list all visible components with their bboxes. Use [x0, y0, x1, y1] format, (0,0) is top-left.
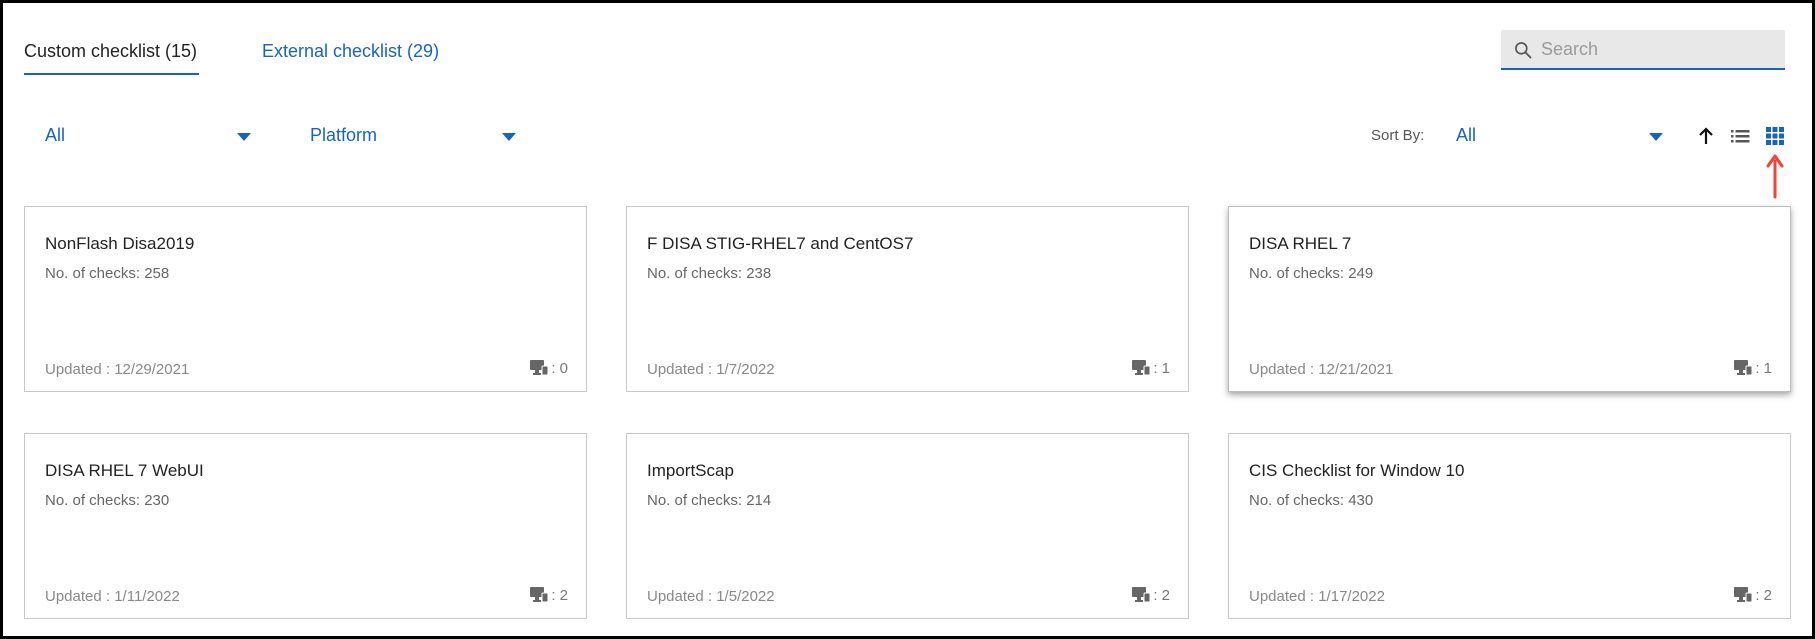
checklist-card[interactable]: NonFlash Disa2019 No. of checks: 258 Upd… — [24, 206, 587, 392]
tab-custom-checklist[interactable]: Custom checklist (15) — [24, 41, 197, 62]
card-title: F DISA STIG-RHEL7 and CentOS7 — [647, 234, 914, 253]
list-view-icon[interactable] — [1728, 124, 1752, 148]
card-updated-date: Updated : 12/29/2021 — [45, 361, 190, 378]
platform-filter-dropdown[interactable]: Platform — [310, 121, 518, 151]
card-check-count: No. of checks: 249 — [1249, 265, 1374, 282]
card-check-count: No. of checks: 258 — [45, 265, 170, 282]
checklist-page: Custom checklist (15) External checklist… — [0, 0, 1815, 639]
type-filter-value: All — [45, 125, 66, 145]
card-title: DISA RHEL 7 WebUI — [45, 461, 204, 480]
active-tab-indicator — [24, 73, 199, 75]
computer-icon — [530, 587, 549, 603]
sort-by-dropdown[interactable]: All — [1456, 121, 1664, 151]
checklist-card[interactable]: DISA RHEL 7 WebUI No. of checks: 230 Upd… — [24, 433, 587, 619]
card-title: CIS Checklist for Window 10 — [1249, 461, 1465, 480]
type-filter-dropdown[interactable]: All — [45, 121, 253, 151]
card-title: DISA RHEL 7 — [1249, 234, 1352, 253]
card-updated-date: Updated : 1/11/2022 — [45, 588, 180, 605]
search-icon — [1515, 42, 1532, 59]
card-machine-count: : 2 — [1131, 586, 1170, 604]
card-machine-count-value: : 0 — [551, 359, 568, 377]
card-check-count: No. of checks: 430 — [1249, 492, 1374, 509]
arrow-up-icon[interactable] — [1694, 124, 1718, 148]
checklist-card[interactable]: DISA RHEL 7 No. of checks: 249 Updated :… — [1228, 206, 1791, 392]
grid-view-icon[interactable] — [1763, 124, 1787, 148]
card-machine-count-value: : 2 — [551, 586, 568, 604]
sort-by-value: All — [1456, 125, 1477, 145]
computer-icon — [1734, 587, 1753, 603]
card-check-count: No. of checks: 214 — [647, 492, 772, 509]
computer-icon — [530, 360, 549, 376]
card-machine-count-value: : 2 — [1755, 586, 1772, 604]
tab-external-checklist[interactable]: External checklist (29) — [262, 41, 439, 62]
card-title: ImportScap — [647, 461, 734, 480]
card-machine-count: : 0 — [529, 359, 568, 377]
card-updated-date: Updated : 1/17/2022 — [1249, 588, 1385, 605]
sort-by-label: Sort By: — [1371, 127, 1425, 144]
annotation-arrow-icon — [1766, 154, 1784, 199]
search-input[interactable] — [1541, 30, 1777, 68]
checklist-card[interactable]: ImportScap No. of checks: 214 Updated : … — [626, 433, 1189, 619]
card-machine-count-value: : 1 — [1755, 359, 1772, 377]
card-machine-count: : 1 — [1131, 359, 1170, 377]
checklist-card[interactable]: CIS Checklist for Window 10 No. of check… — [1228, 433, 1791, 619]
platform-filter-value: Platform — [310, 125, 378, 145]
computer-icon — [1132, 360, 1151, 376]
card-machine-count: : 1 — [1733, 359, 1772, 377]
chevron-down-icon — [1649, 133, 1663, 141]
card-title: NonFlash Disa2019 — [45, 234, 195, 253]
card-check-count: No. of checks: 230 — [45, 492, 170, 509]
card-check-count: No. of checks: 238 — [647, 265, 772, 282]
card-machine-count: : 2 — [529, 586, 568, 604]
card-machine-count-value: : 2 — [1153, 586, 1170, 604]
card-updated-date: Updated : 1/5/2022 — [647, 588, 775, 605]
card-updated-date: Updated : 1/7/2022 — [647, 361, 775, 378]
card-machine-count-value: : 1 — [1153, 359, 1170, 377]
computer-icon — [1734, 360, 1753, 376]
computer-icon — [1132, 587, 1151, 603]
chevron-down-icon — [502, 133, 516, 141]
card-machine-count: : 2 — [1733, 586, 1772, 604]
checklist-card[interactable]: F DISA STIG-RHEL7 and CentOS7 No. of che… — [626, 206, 1189, 392]
chevron-down-icon — [237, 133, 251, 141]
card-updated-date: Updated : 12/21/2021 — [1249, 361, 1394, 378]
search-box[interactable] — [1501, 30, 1785, 70]
